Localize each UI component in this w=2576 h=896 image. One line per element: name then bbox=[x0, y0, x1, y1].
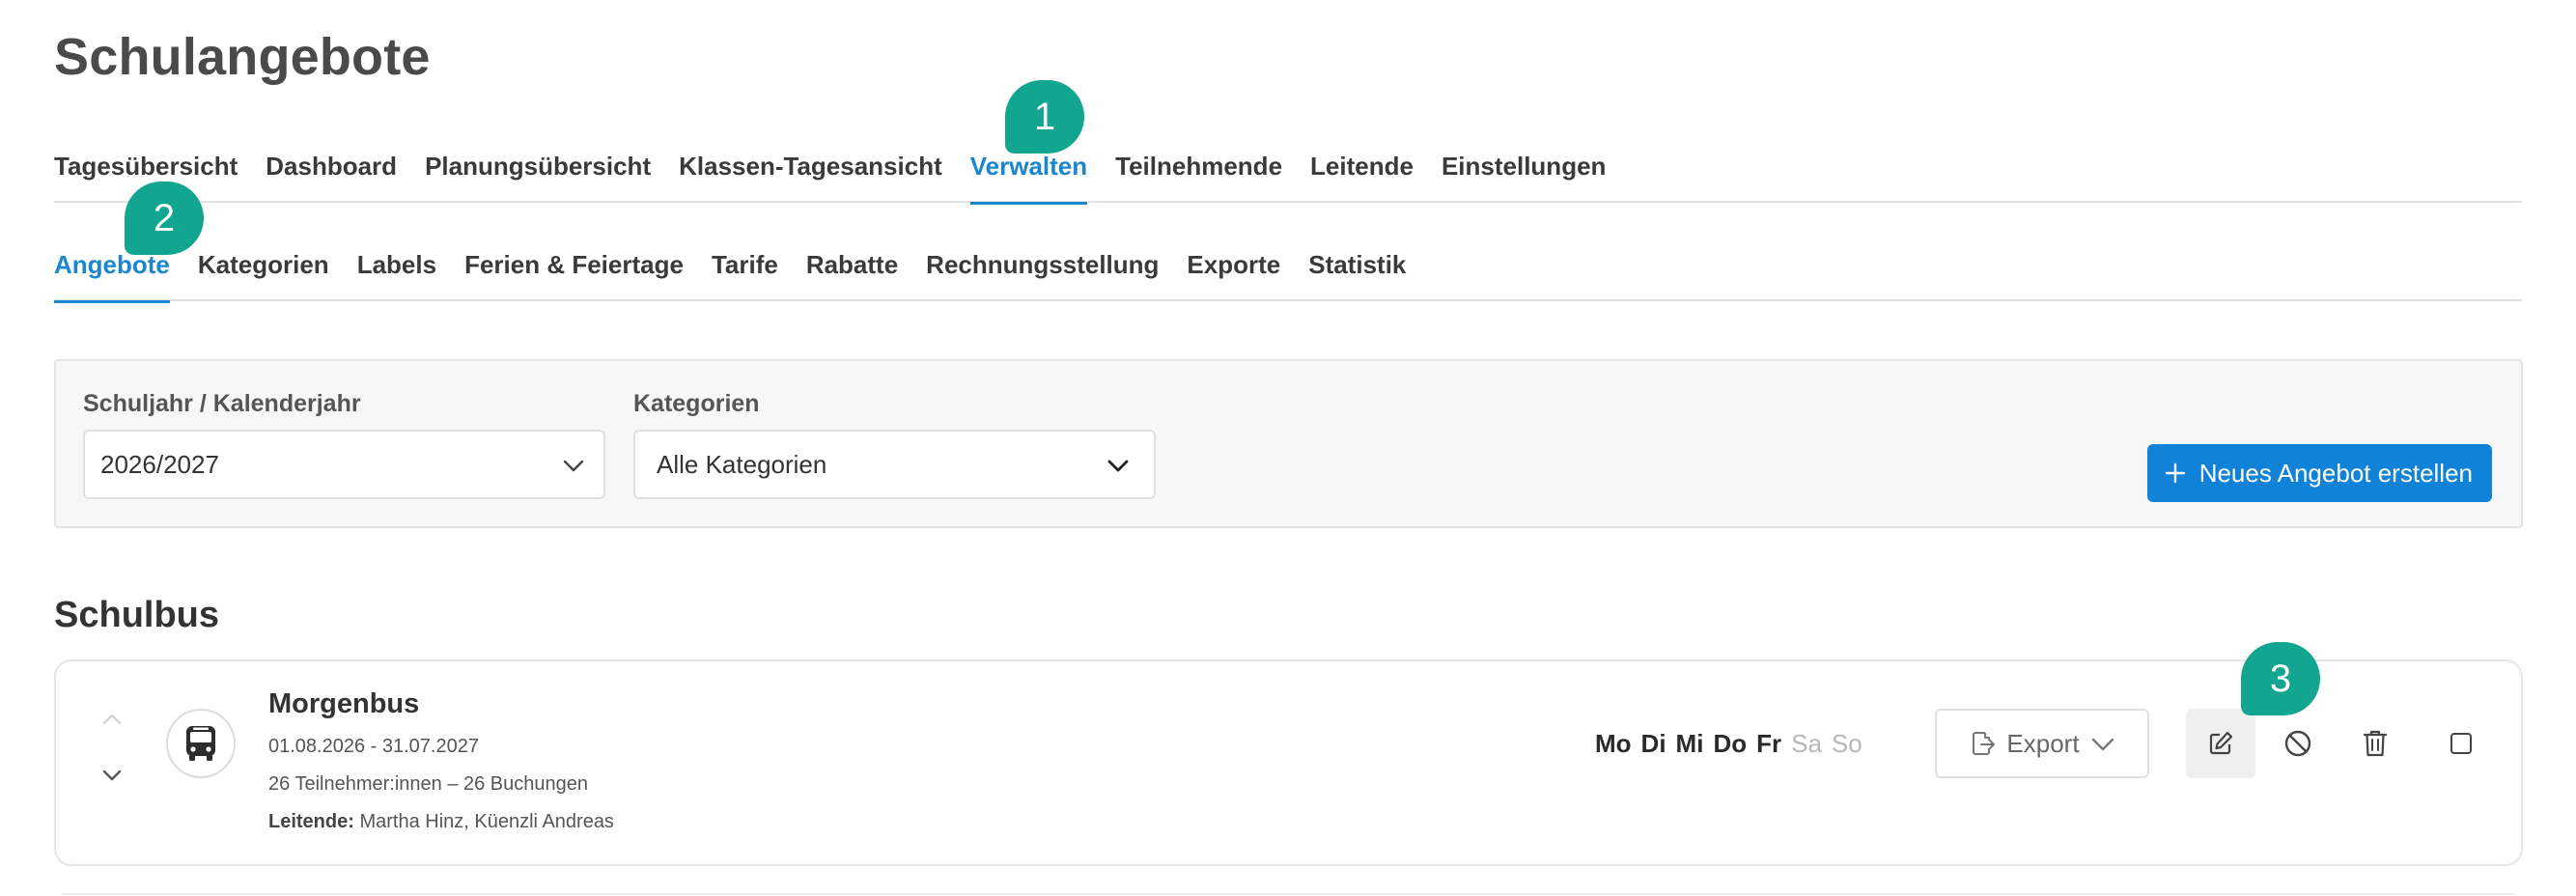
weekday-di: Di bbox=[1640, 729, 1666, 758]
page-title: Schulangebote bbox=[54, 28, 431, 86]
delete-button[interactable] bbox=[2340, 709, 2410, 778]
export-button[interactable]: Export bbox=[1935, 709, 2149, 778]
trash-icon bbox=[2363, 730, 2388, 757]
category-select[interactable]: Alle Kategorien bbox=[633, 430, 1156, 499]
tab-angebote[interactable]: Angebote bbox=[54, 247, 170, 303]
export-file-icon bbox=[1973, 732, 1996, 755]
ban-icon bbox=[2284, 730, 2311, 757]
main-tabs: Tagesübersicht Dashboard Planungsübersic… bbox=[54, 149, 2522, 205]
offer-date-range: 01.08.2026 - 31.07.2027 bbox=[268, 736, 479, 757]
year-select[interactable]: 2026/2027 bbox=[83, 430, 605, 499]
tab-exporte[interactable]: Exporte bbox=[1187, 247, 1280, 301]
tab-ferien-feiertage[interactable]: Ferien & Feiertage bbox=[464, 247, 684, 301]
tab-dashboard[interactable]: Dashboard bbox=[266, 149, 397, 203]
divider bbox=[62, 893, 2515, 895]
weekday-fr: Fr bbox=[1756, 729, 1782, 758]
tab-tarife[interactable]: Tarife bbox=[712, 247, 778, 301]
offer-title: Morgenbus bbox=[268, 688, 420, 719]
offer-avatar bbox=[166, 709, 236, 778]
checkbox-icon bbox=[2450, 733, 2472, 754]
callout-marker-2: 2 bbox=[125, 182, 204, 255]
move-up-icon[interactable] bbox=[98, 710, 126, 729]
year-filter-label: Schuljahr / Kalenderjahr bbox=[83, 390, 361, 417]
tab-kategorien[interactable]: Kategorien bbox=[198, 247, 329, 301]
category-select-value: Alle Kategorien bbox=[657, 450, 827, 479]
year-select-value: 2026/2027 bbox=[100, 450, 219, 479]
offer-participants: 26 Teilnehmer:innen – 26 Buchungen bbox=[268, 773, 588, 795]
export-button-label: Export bbox=[2006, 728, 2080, 758]
offer-leaders-label: Leitende: bbox=[268, 811, 354, 832]
select-checkbox[interactable] bbox=[2426, 709, 2496, 778]
deactivate-button[interactable] bbox=[2263, 709, 2333, 778]
tab-klassen-tagesansicht[interactable]: Klassen-Tagesansicht bbox=[679, 149, 942, 203]
tab-verwalten[interactable]: Verwalten bbox=[969, 149, 1088, 205]
offer-leaders: Leitende: Martha Hinz, Küenzli Andreas bbox=[268, 811, 614, 833]
move-down-icon[interactable] bbox=[98, 766, 126, 785]
offer-leaders-value: Martha Hinz, Küenzli Andreas bbox=[359, 811, 614, 832]
tab-rechnungsstellung[interactable]: Rechnungsstellung bbox=[926, 247, 1159, 301]
tab-planungsuebersicht[interactable]: Planungsübersicht bbox=[425, 149, 651, 203]
weekday-do: Do bbox=[1713, 729, 1748, 758]
section-title: Schulbus bbox=[54, 595, 220, 635]
tab-einstellungen[interactable]: Einstellungen bbox=[1442, 149, 1606, 203]
weekday-list: Mo Di Mi Do Fr Sa So bbox=[1595, 729, 1862, 759]
weekday-mi: Mi bbox=[1675, 729, 1704, 758]
weekday-mo: Mo bbox=[1595, 729, 1632, 758]
offer-card: Morgenbus 01.08.2026 - 31.07.2027 26 Tei… bbox=[54, 659, 2523, 866]
tab-rabatte[interactable]: Rabatte bbox=[806, 247, 898, 301]
tab-statistik[interactable]: Statistik bbox=[1308, 247, 1406, 301]
weekday-sa: Sa bbox=[1791, 729, 1822, 758]
edit-button[interactable] bbox=[2186, 709, 2255, 778]
chevron-down-icon bbox=[563, 460, 584, 472]
tab-labels[interactable]: Labels bbox=[357, 247, 436, 301]
new-offer-button[interactable]: Neues Angebot erstellen bbox=[2146, 444, 2492, 502]
bus-icon bbox=[186, 726, 215, 761]
callout-marker-3: 3 bbox=[2241, 642, 2320, 715]
callout-marker-1: 1 bbox=[1005, 80, 1084, 154]
filter-panel: Schuljahr / Kalenderjahr 2026/2027 Kateg… bbox=[54, 359, 2523, 528]
plus-icon bbox=[2165, 462, 2185, 484]
category-filter-label: Kategorien bbox=[633, 390, 760, 417]
chevron-down-icon bbox=[2091, 738, 2114, 751]
weekday-so: So bbox=[1831, 729, 1862, 758]
sub-tabs: Angebote Kategorien Labels Ferien & Feie… bbox=[54, 247, 2522, 303]
chevron-down-icon bbox=[1107, 460, 1129, 472]
new-offer-button-label: Neues Angebot erstellen bbox=[2198, 458, 2473, 488]
edit-icon bbox=[2209, 731, 2233, 755]
tab-leitende[interactable]: Leitende bbox=[1310, 149, 1414, 203]
tab-teilnehmende[interactable]: Teilnehmende bbox=[1115, 149, 1282, 203]
